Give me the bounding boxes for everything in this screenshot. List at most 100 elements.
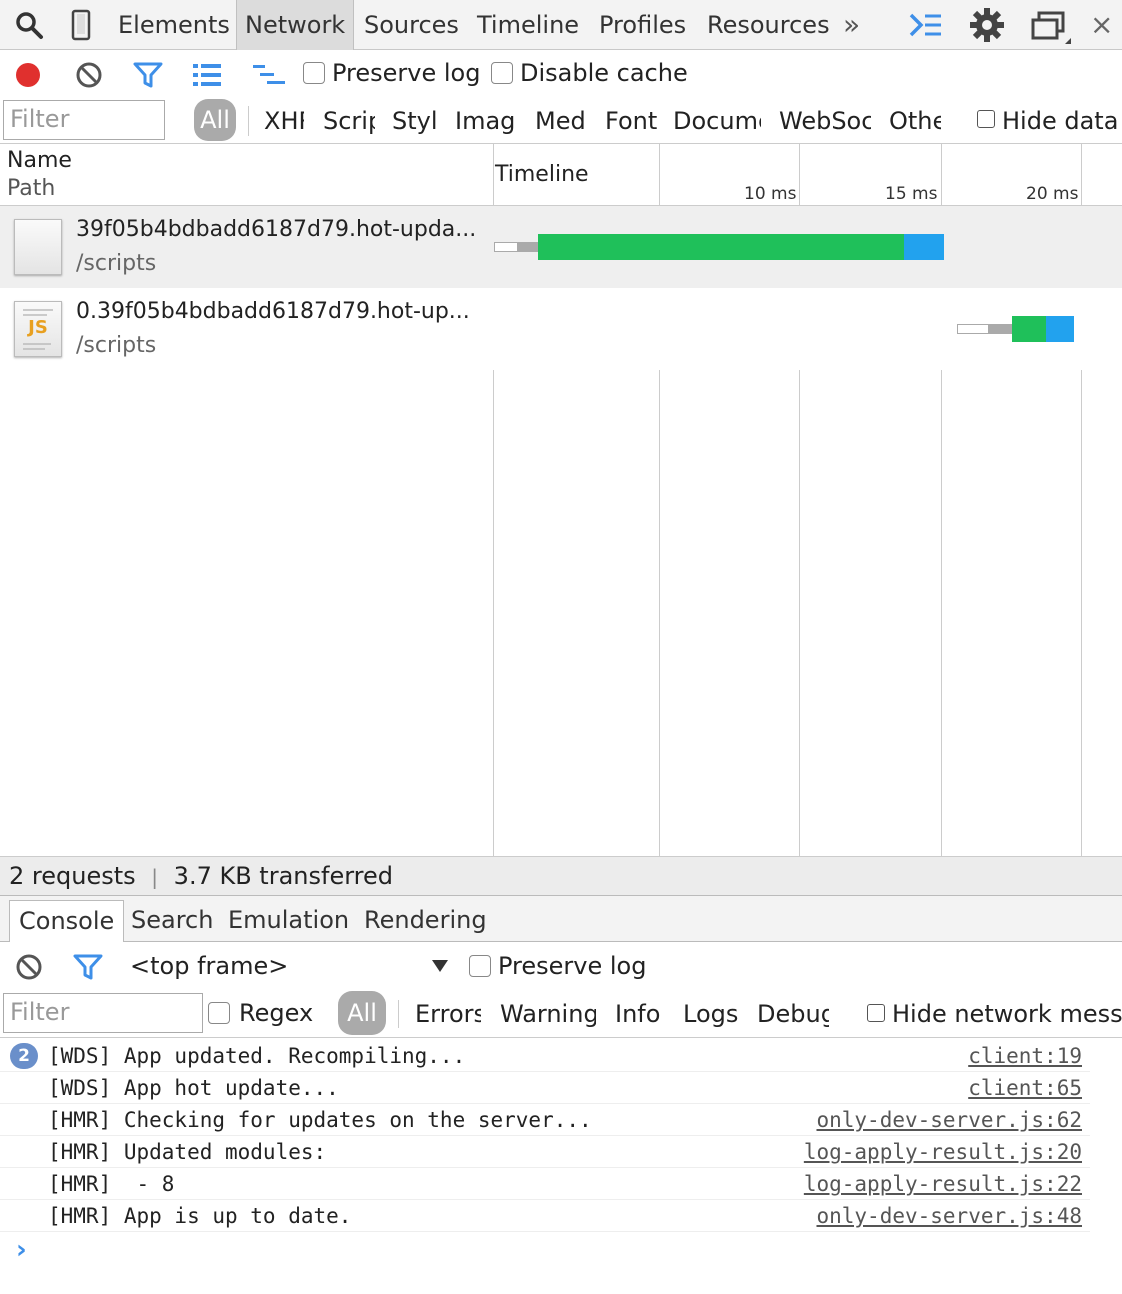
console-message-text: [HMR] Updated modules: [48,1140,327,1164]
filter-input[interactable]: Filter [3,100,165,140]
console-source-link[interactable]: client:65 [968,1072,1082,1104]
frame-selector[interactable]: <top frame> [130,952,288,980]
timeline-tick-label: 15 ms [885,184,938,204]
chevron-down-icon[interactable] [428,956,452,976]
request-row[interactable]: 39f05b4bdbadd6187d79.hot-upda... /script… [0,206,1122,288]
js-icon-label: JS [28,317,48,338]
regex-checkbox[interactable] [208,1002,230,1024]
tab-sources[interactable]: Sources [364,0,459,50]
network-status-bar: 2 requests | 3.7 KB transferred [0,856,1122,896]
console-source-link[interactable]: only-dev-server.js:62 [816,1104,1082,1136]
console-message-text: [HMR] Checking for updates on the server… [48,1108,592,1132]
timeline-tick-label: 20 ms [1026,184,1079,204]
transferred-size: 3.7 KB transferred [173,862,393,890]
tab-search[interactable]: Search [131,900,213,942]
tab-network[interactable]: Network [236,0,355,50]
request-path: /scripts [76,333,157,358]
search-icon[interactable] [12,8,46,42]
console-message-text: [WDS] App hot update... [48,1076,339,1100]
disable-cache-checkbox[interactable] [491,62,513,84]
console-message-text: [HMR] App is up to date. [48,1204,352,1228]
download-bar [1046,316,1074,342]
filter-media[interactable]: Media [535,98,585,144]
console-toolbar: <top frame> Preserve log [0,942,1122,990]
level-warnings[interactable]: Warnings [500,990,596,1038]
console-source-link[interactable]: only-dev-server.js:48 [816,1200,1082,1232]
console-message: [HMR] Updated modules: log-apply-result.… [0,1136,1090,1168]
record-icon[interactable] [13,60,43,90]
tab-console[interactable]: Console [9,900,125,942]
filter-all-button[interactable]: All [194,99,236,141]
stalled-bar [518,242,538,252]
filter-icon[interactable] [72,952,104,982]
filter-styles[interactable]: Styles [392,98,436,144]
request-count: 2 requests [9,862,136,890]
overview-icon[interactable] [250,60,288,90]
hide-data-urls-checkbox[interactable] [977,110,995,128]
preserve-log-label: Preserve log [332,59,481,87]
level-errors[interactable]: Errors [415,990,481,1038]
console-source-link[interactable]: log-apply-result.js:22 [804,1168,1082,1200]
tab-elements[interactable]: Elements [118,0,230,50]
level-logs[interactable]: Logs [683,990,739,1038]
column-timeline-header[interactable]: Timeline [495,162,589,187]
filter-icon[interactable] [132,60,164,90]
tab-emulation[interactable]: Emulation [228,900,349,942]
console-message: [WDS] App hot update... client:65 [0,1072,1090,1104]
console-message: [HMR] Checking for updates on the server… [0,1104,1090,1136]
waiting-bar [494,242,518,252]
console-source-link[interactable]: client:19 [968,1040,1082,1072]
close-icon[interactable]: × [1090,0,1113,50]
tab-resources[interactable]: Resources [707,0,830,50]
filter-websockets[interactable]: WebSockets [779,98,871,144]
console-message: [HMR] App is up to date. only-dev-server… [0,1200,1090,1232]
column-path-header[interactable]: Path [7,176,55,201]
console-prompt[interactable]: › [0,1234,1122,1266]
tab-rendering[interactable]: Rendering [364,900,487,942]
console-message: 2 [WDS] App updated. Recompiling... clie… [0,1040,1090,1072]
level-info[interactable]: Info [615,990,665,1038]
repeat-count-badge: 2 [10,1043,38,1069]
timeline-tick-label: 10 ms [744,184,797,204]
request-grid-header: Name Path Timeline 10 ms 15 ms 20 ms [0,144,1122,206]
console-message: [HMR] - 8 log-apply-result.js:22 [0,1168,1090,1200]
hide-network-checkbox[interactable] [867,1004,885,1022]
clear-icon[interactable] [74,60,104,90]
network-filter-bar: Filter All XHR Scripts Styles Images Med… [0,98,1122,144]
request-row[interactable]: JS 0.39f05b4bdbadd6187d79.hot-up... /scr… [0,288,1122,370]
gear-icon[interactable] [968,6,1006,44]
hide-network-label: Hide network messages [892,1000,1122,1028]
dock-side-icon[interactable] [1028,10,1074,46]
console-filter-input[interactable]: Filter [3,993,203,1033]
level-debug[interactable]: Debug [757,990,829,1038]
console-filter-bar: Filter Regex All Errors Warnings Info Lo… [0,990,1122,1038]
filter-fonts[interactable]: Fonts [605,98,657,144]
filter-scripts[interactable]: Scripts [323,98,375,144]
request-name: 39f05b4bdbadd6187d79.hot-upda... [76,217,477,242]
console-source-link[interactable]: log-apply-result.js:20 [804,1136,1082,1168]
level-all-button[interactable]: All [338,991,386,1035]
device-mode-icon[interactable] [66,8,96,42]
console-preserve-log-checkbox[interactable] [469,955,491,977]
filter-images[interactable]: Images [455,98,515,144]
column-name-header[interactable]: Name [7,148,72,173]
console-preserve-log-label: Preserve log [498,952,647,980]
download-bar [904,234,944,260]
large-rows-icon[interactable] [190,60,224,90]
clear-console-icon[interactable] [14,952,44,982]
tab-timeline[interactable]: Timeline [477,0,579,50]
tab-profiles[interactable]: Profiles [599,0,686,50]
console-drawer-icon[interactable] [906,10,946,40]
more-tabs-icon[interactable]: » [843,0,860,50]
status-separator: | [151,865,159,889]
preserve-log-checkbox[interactable] [303,62,325,84]
console-message-text: [WDS] App updated. Recompiling... [48,1044,466,1068]
drawer-tab-bar: Console Search Emulation Rendering [0,896,1122,942]
prompt-chevron-icon: › [16,1235,27,1265]
ttfb-bar [538,234,904,260]
hide-data-urls-label: Hide data [1002,107,1119,135]
console-message-text: [HMR] - 8 [48,1172,175,1196]
filter-xhr[interactable]: XHR [264,98,304,144]
filter-documents[interactable]: Documents [673,98,761,144]
filter-other[interactable]: Other [889,98,941,144]
